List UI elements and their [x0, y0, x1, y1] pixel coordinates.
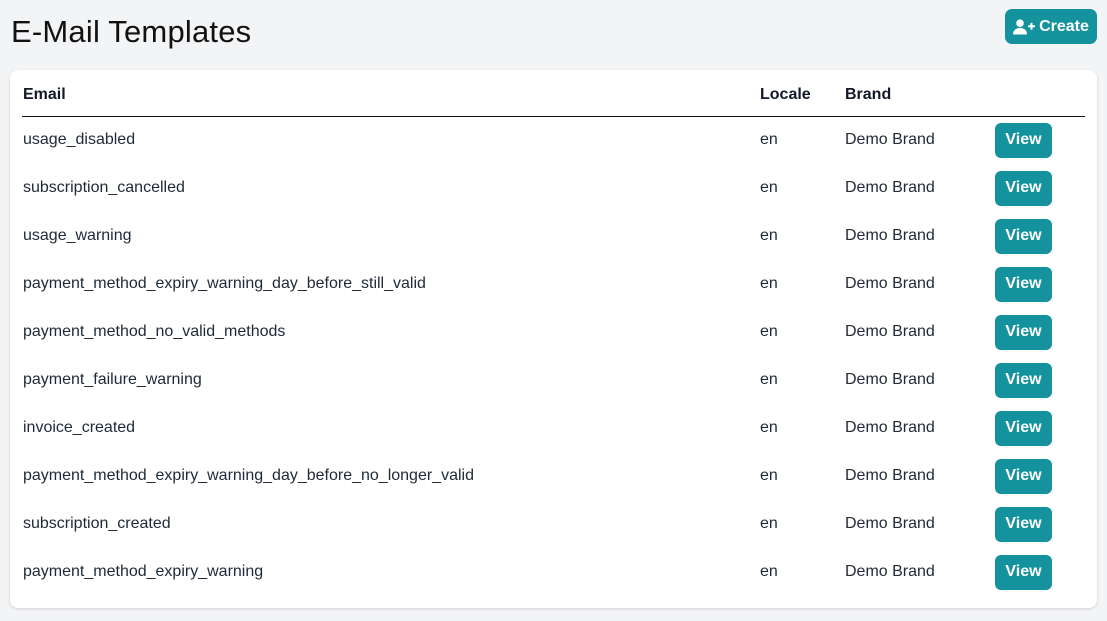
user-plus-icon — [1013, 18, 1036, 35]
cell-locale: en — [760, 515, 778, 532]
cell-locale: en — [760, 131, 778, 149]
view-button[interactable]: View — [995, 314, 1052, 350]
create-button-label: Create — [1039, 17, 1089, 35]
cell-brand: Demo Brand — [845, 419, 935, 436]
cell-locale: en — [760, 179, 778, 196]
templates-card: Email Locale Brand usage_disabled en Dem… — [10, 70, 1097, 608]
cell-email: payment_method_expiry_warning_day_before… — [23, 467, 474, 484]
table-row: payment_failure_warning en Demo Brand Vi… — [22, 356, 1085, 404]
view-button[interactable]: View — [995, 410, 1052, 446]
table-row: payment_method_expiry_warning_day_before… — [22, 452, 1085, 500]
table-header-row: Email Locale Brand — [22, 70, 1085, 117]
view-button[interactable]: View — [995, 218, 1052, 254]
cell-locale: en — [760, 467, 778, 484]
table-row: payment_method_expiry_warning_day_before… — [22, 260, 1085, 308]
table-row: usage_warning en Demo Brand View — [22, 212, 1085, 260]
cell-locale: en — [760, 275, 778, 292]
cell-locale: en — [760, 323, 778, 340]
cell-brand: Demo Brand — [845, 227, 935, 244]
cell-email: subscription_created — [23, 515, 171, 532]
table-row: payment_method_expiry_warning en Demo Br… — [22, 548, 1085, 596]
view-button[interactable]: View — [995, 506, 1052, 542]
table-row: invoice_created en Demo Brand View — [22, 404, 1085, 452]
table-row: payment_method_no_valid_methods en Demo … — [22, 308, 1085, 356]
view-button[interactable]: View — [995, 170, 1052, 206]
cell-email: payment_method_no_valid_methods — [23, 323, 286, 340]
cell-email: usage_warning — [23, 227, 132, 244]
cell-brand: Demo Brand — [845, 371, 935, 388]
column-header-locale: Locale — [759, 70, 844, 117]
cell-email: payment_method_expiry_warning_day_before… — [23, 275, 426, 292]
create-button[interactable]: Create — [1005, 9, 1097, 44]
table-row: subscription_cancelled en Demo Brand Vie… — [22, 164, 1085, 212]
view-button[interactable]: View — [995, 266, 1052, 302]
view-button[interactable]: View — [995, 458, 1052, 494]
view-button[interactable]: View — [995, 362, 1052, 398]
page-header: E-Mail Templates Create — [0, 0, 1107, 66]
cell-locale: en — [760, 371, 778, 388]
cell-locale: en — [760, 227, 778, 244]
cell-locale: en — [760, 419, 778, 436]
table-row: usage_disabled en Demo Brand View — [22, 116, 1085, 164]
column-header-email: Email — [22, 70, 759, 117]
cell-locale: en — [760, 563, 778, 580]
templates-table: Email Locale Brand usage_disabled en Dem… — [22, 70, 1085, 596]
page-title: E-Mail Templates — [11, 14, 252, 49]
column-header-actions — [994, 70, 1085, 117]
cell-brand: Demo Brand — [845, 275, 935, 292]
cell-brand: Demo Brand — [845, 467, 935, 484]
cell-email: usage_disabled — [23, 131, 136, 149]
cell-brand: Demo Brand — [845, 515, 935, 532]
cell-brand: Demo Brand — [845, 323, 935, 340]
column-header-brand: Brand — [844, 70, 994, 117]
cell-email: payment_failure_warning — [23, 371, 202, 388]
cell-brand: Demo Brand — [845, 179, 935, 196]
cell-email: subscription_cancelled — [23, 179, 185, 196]
cell-brand: Demo Brand — [845, 131, 935, 149]
cell-email: invoice_created — [23, 419, 136, 436]
table-row: subscription_created en Demo Brand View — [22, 500, 1085, 548]
view-button[interactable]: View — [995, 122, 1052, 158]
view-button[interactable]: View — [995, 554, 1052, 590]
cell-email: payment_method_expiry_warning — [23, 563, 264, 580]
cell-brand: Demo Brand — [845, 563, 935, 580]
